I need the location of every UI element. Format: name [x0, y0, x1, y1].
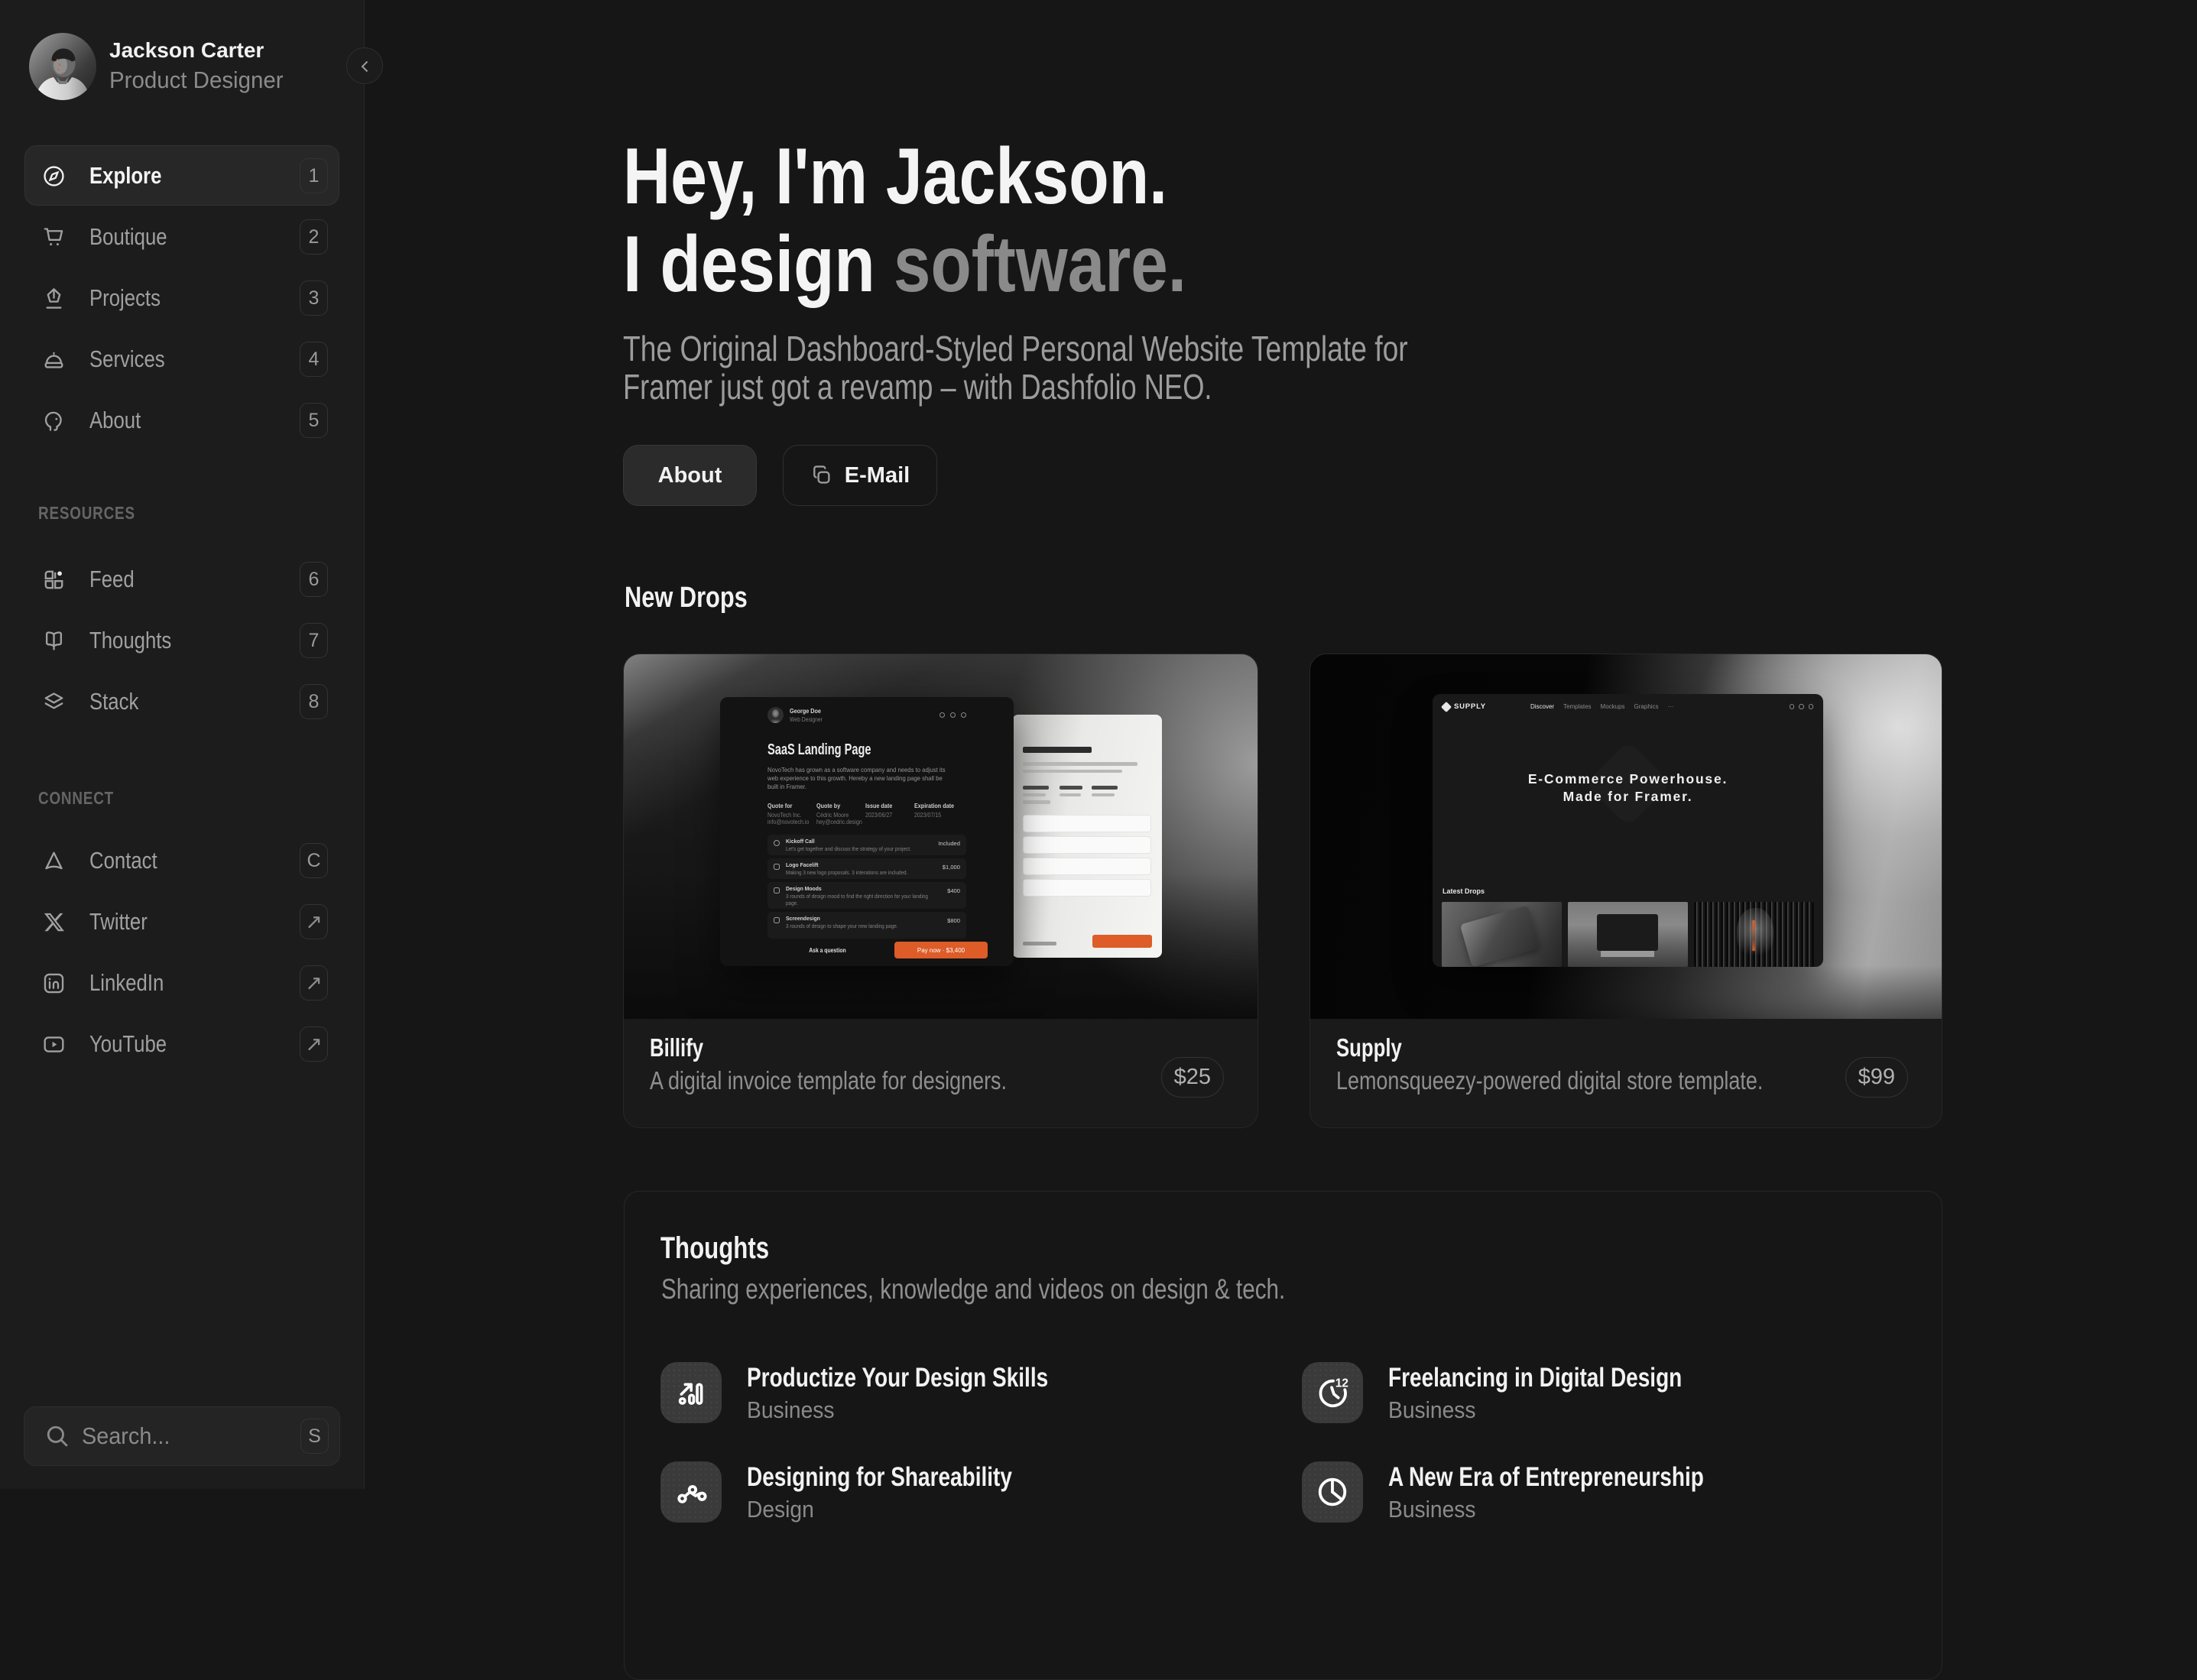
svg-text:12: 12: [1335, 1377, 1348, 1390]
